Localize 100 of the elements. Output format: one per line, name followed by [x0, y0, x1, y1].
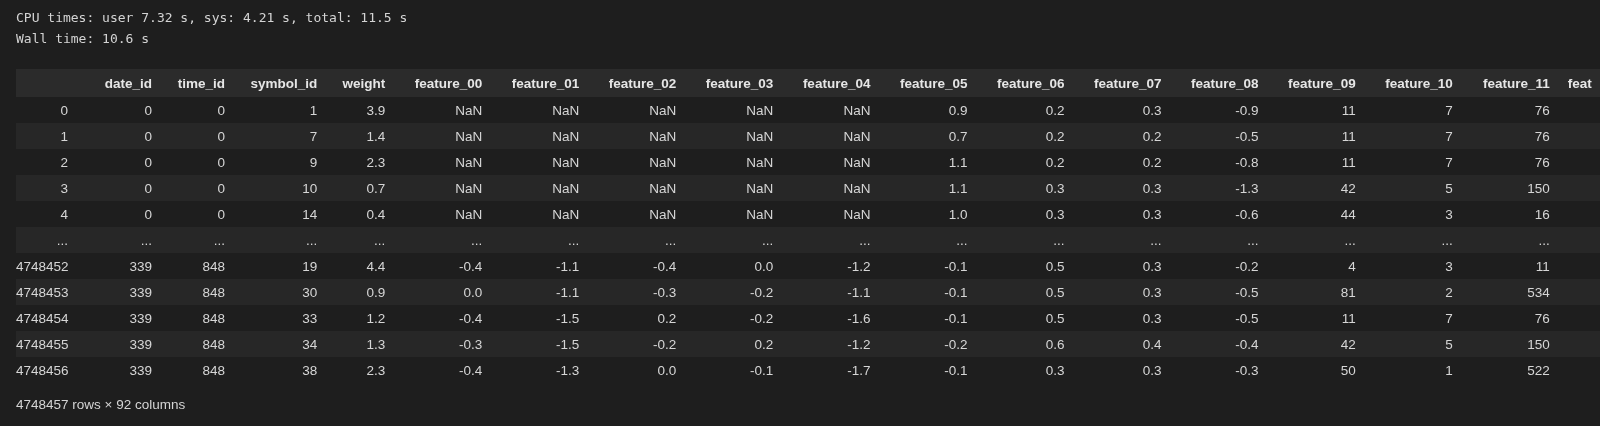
- table-cell: 11: [1341, 102, 1356, 118]
- table-cell: -1.1: [556, 258, 580, 274]
- column-header: weight: [342, 75, 386, 91]
- column-header: feature_00: [414, 75, 483, 91]
- table-cell: -0.4: [1235, 336, 1259, 352]
- table-cell: -0.3: [458, 336, 483, 352]
- table-cell: NaN: [455, 180, 483, 196]
- table-cell: 0: [144, 154, 153, 170]
- column-header: feature_11: [1482, 75, 1550, 91]
- table-cell: 7: [1445, 310, 1453, 326]
- table-cell: -1.6: [847, 310, 871, 326]
- table-cell: 0: [217, 102, 226, 118]
- table-cell: 0.2: [1142, 154, 1162, 170]
- table-cell: 339: [129, 310, 153, 326]
- table-cell: 1.1: [948, 154, 968, 170]
- table-cell: NaN: [552, 102, 580, 118]
- table-cell: 30: [302, 284, 318, 300]
- table-cell: -0.4: [653, 258, 677, 274]
- table-cell: 1: [309, 102, 318, 118]
- table-cell: -0.1: [944, 284, 968, 300]
- table-cell: 81: [1340, 284, 1356, 300]
- table-cell: -1.2: [847, 336, 871, 352]
- table-cell: -0.4: [458, 258, 483, 274]
- table-cell: 0.2: [1045, 128, 1065, 144]
- table-cell: 150: [1527, 180, 1550, 196]
- output-text: Wall time: 10.6 s: [16, 30, 151, 48]
- table-cell: NaN: [455, 102, 483, 118]
- table-cell: 0.3: [1142, 180, 1162, 196]
- table-cell: ...: [305, 232, 318, 248]
- table-cell: 3.9: [366, 102, 386, 118]
- table-cell: NaN: [455, 128, 483, 144]
- table-cell: -1.1: [556, 284, 580, 300]
- table-cell: 76: [1534, 154, 1550, 170]
- table-cell: 534: [1527, 284, 1550, 300]
- table-cell: 0: [144, 102, 153, 118]
- table-cell: 522: [1527, 362, 1550, 378]
- table-cell: NaN: [843, 102, 871, 118]
- table-cell: -0.1: [944, 362, 968, 378]
- table-cell: -0.6: [1235, 206, 1259, 222]
- table-cell: 0.9: [366, 284, 386, 300]
- table-cell: ...: [213, 232, 226, 248]
- table-cell: 0: [144, 206, 153, 222]
- table-cell: -0.3: [1235, 362, 1259, 378]
- table-cell: 7: [1445, 128, 1453, 144]
- table-cell: 0.7: [366, 180, 386, 196]
- table-cell: 0.6: [1045, 336, 1065, 352]
- table-cell: 0.4: [1142, 336, 1162, 352]
- table-cell: 76: [1534, 102, 1550, 118]
- table-cell: 0: [144, 180, 153, 196]
- table-cell: 0.2: [754, 336, 774, 352]
- table-cell: -0.8: [1235, 154, 1259, 170]
- table-cell: 339: [129, 362, 153, 378]
- table-cell: -0.2: [1235, 258, 1259, 274]
- table-cell: 0.3: [1142, 206, 1162, 222]
- table-cell: 0: [144, 128, 153, 144]
- table-cell: 7: [1445, 154, 1453, 170]
- table-cell: 848: [202, 336, 226, 352]
- table-cell: 0: [217, 154, 226, 170]
- table-cell: -0.4: [458, 310, 483, 326]
- table-cell: -0.5: [1235, 284, 1259, 300]
- table-cell: 44: [1340, 206, 1356, 222]
- table-summary: 4748457 rows × 92 columns: [16, 397, 187, 412]
- table-cell: NaN: [552, 128, 580, 144]
- column-header: feature_09: [1288, 75, 1356, 91]
- table-cell: -0.2: [750, 310, 774, 326]
- table-cell: ...: [1150, 232, 1162, 248]
- table-cell: 5: [1445, 180, 1453, 196]
- table-cell: NaN: [843, 154, 871, 170]
- table-cell: NaN: [746, 206, 774, 222]
- table-cell: 7: [309, 128, 318, 144]
- table-cell: NaN: [455, 206, 483, 222]
- table-cell: 848: [202, 258, 226, 274]
- column-header: date_id: [104, 75, 153, 91]
- row-index: 4748455: [16, 336, 69, 352]
- column-header: feat: [1567, 75, 1592, 91]
- table-cell: 848: [202, 310, 226, 326]
- table-cell: -1.1: [847, 284, 871, 300]
- table-cell: 14: [302, 206, 318, 222]
- table-cell: 0.2: [1045, 154, 1065, 170]
- table-cell: NaN: [746, 154, 774, 170]
- table-cell: ...: [859, 232, 871, 248]
- table-cell: 42: [1340, 336, 1356, 352]
- table-cell: -0.1: [750, 362, 774, 378]
- table-cell: 11: [1341, 310, 1356, 326]
- table-cell: NaN: [649, 128, 677, 144]
- table-cell: -0.2: [944, 336, 968, 352]
- table-cell: -0.5: [1235, 310, 1259, 326]
- table-cell: NaN: [649, 180, 677, 196]
- table-cell: 0.2: [1045, 102, 1065, 118]
- table-cell: -1.2: [847, 258, 871, 274]
- table-cell: 3: [1445, 258, 1453, 274]
- table-cell: NaN: [843, 206, 871, 222]
- table-cell: 0.5: [1045, 284, 1065, 300]
- table-cell: 0.0: [657, 362, 677, 378]
- table-cell: 339: [129, 336, 153, 352]
- table-cell: 1: [1445, 362, 1453, 378]
- table-cell: 0.7: [948, 128, 968, 144]
- table-cell: -0.5: [1235, 128, 1259, 144]
- table-cell: ...: [470, 232, 483, 248]
- table-cell: 1.3: [366, 336, 386, 352]
